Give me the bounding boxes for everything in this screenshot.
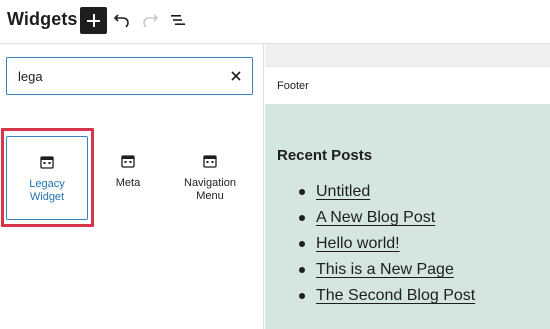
block-navigation-menu[interactable]: Navigation Menu [169, 136, 251, 220]
block-search-field[interactable] [6, 57, 253, 95]
add-block-button[interactable] [80, 7, 107, 34]
block-search-input[interactable] [18, 67, 218, 85]
post-link[interactable]: This is a New Page [316, 261, 454, 278]
redo-icon[interactable] [140, 10, 160, 30]
block-inserter-panel: Legacy Widget Meta Navigation Menu [0, 44, 264, 329]
calendar-icon [121, 155, 135, 168]
editor-canvas: Footer Recent Posts Untitled A New Blog … [265, 44, 550, 329]
post-link[interactable]: The Second Blog Post [316, 287, 475, 304]
widget-area-title: Footer [277, 80, 309, 92]
header-toolbar: Widgets [0, 0, 550, 44]
block-label: Meta [115, 177, 141, 189]
recent-posts-title: Recent Posts [277, 147, 373, 164]
widget-area-header[interactable]: Footer [265, 66, 550, 104]
recent-posts-list: Untitled A New Blog Post Hello world! Th… [299, 183, 475, 313]
list-view-icon[interactable] [168, 10, 188, 30]
list-item: Untitled [299, 183, 475, 209]
canvas-top-strip [265, 44, 550, 66]
calendar-icon [203, 155, 217, 168]
undo-icon[interactable] [112, 10, 132, 30]
widget-area-footer: Recent Posts Untitled A New Blog Post He… [265, 104, 550, 329]
block-meta[interactable]: Meta [87, 136, 169, 220]
block-label: Navigation Menu [184, 177, 236, 202]
post-link[interactable]: Untitled [316, 183, 370, 200]
post-link[interactable]: A New Blog Post [316, 209, 435, 226]
list-item: This is a New Page [299, 261, 475, 287]
calendar-icon [40, 156, 54, 169]
block-label: Legacy Widget [29, 178, 65, 203]
list-item: The Second Blog Post [299, 287, 475, 313]
list-item: Hello world! [299, 235, 475, 261]
list-item: A New Blog Post [299, 209, 475, 235]
page-title: Widgets [7, 9, 78, 29]
post-link[interactable]: Hello world! [316, 235, 400, 252]
close-icon[interactable] [228, 68, 244, 84]
block-legacy-widget[interactable]: Legacy Widget [6, 136, 88, 220]
